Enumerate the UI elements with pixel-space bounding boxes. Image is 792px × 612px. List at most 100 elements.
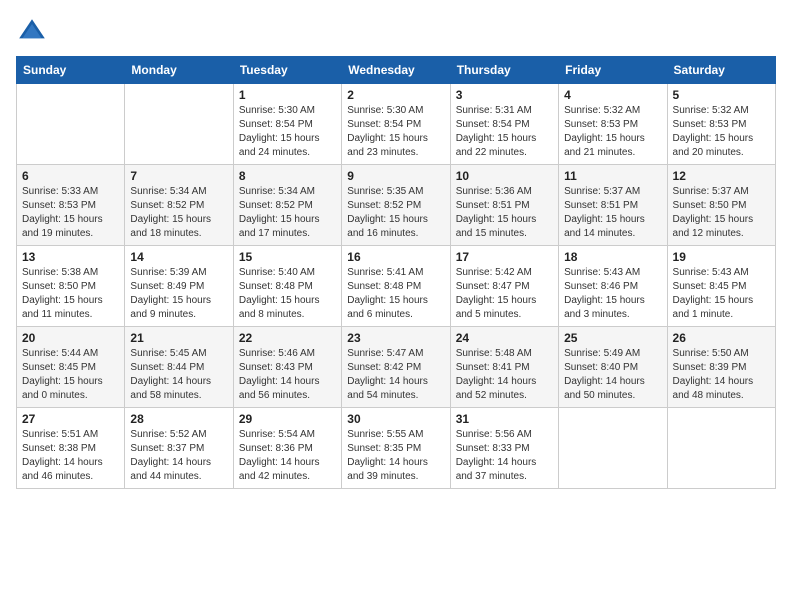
day-number: 19	[673, 250, 770, 264]
day-number: 31	[456, 412, 553, 426]
day-info: Sunrise: 5:50 AM Sunset: 8:39 PM Dayligh…	[673, 347, 770, 403]
calendar-cell: 10 Sunrise: 5:36 AM Sunset: 8:51 PM Dayli…	[450, 165, 558, 246]
calendar-cell: 30 Sunrise: 5:55 AM Sunset: 8:35 PM Dayli…	[342, 408, 450, 489]
day-number: 14	[130, 250, 227, 264]
day-info: Sunrise: 5:34 AM Sunset: 8:52 PM Dayligh…	[130, 185, 227, 241]
calendar-cell: 13Sunrise: 5:38 AM Sunset: 8:50 PM Dayli…	[17, 246, 125, 327]
calendar-week-4: 20Sunrise: 5:44 AM Sunset: 8:45 PM Dayli…	[17, 327, 776, 408]
calendar-week-3: 13Sunrise: 5:38 AM Sunset: 8:50 PM Dayli…	[17, 246, 776, 327]
day-info: Sunrise: 5:37 AM Sunset: 8:50 PM Dayligh…	[673, 185, 770, 241]
day-number: 21	[130, 331, 227, 345]
logo	[16, 16, 52, 48]
calendar-cell: 5Sunrise: 5:32 AM Sunset: 8:53 PM Daylig…	[667, 84, 775, 165]
day-number: 27	[22, 412, 119, 426]
day-number: 23	[347, 331, 444, 345]
day-number: 7	[130, 169, 227, 183]
calendar-week-5: 27 Sunrise: 5:51 AM Sunset: 8:38 PM Dayli…	[17, 408, 776, 489]
calendar-body: 1Sunrise: 5:30 AM Sunset: 8:54 PM Daylig…	[17, 84, 776, 489]
day-info: Sunrise: 5:45 AM Sunset: 8:44 PM Dayligh…	[130, 347, 227, 403]
day-info: Sunrise: 5:46 AM Sunset: 8:43 PM Dayligh…	[239, 347, 336, 403]
calendar-cell: 23Sunrise: 5:47 AM Sunset: 8:42 PM Dayli…	[342, 327, 450, 408]
calendar-cell: 6 Sunrise: 5:33 AM Sunset: 8:53 PM Daylig…	[17, 165, 125, 246]
day-info: Sunrise: 5:54 AM Sunset: 8:36 PM Dayligh…	[239, 428, 336, 484]
calendar-cell	[17, 84, 125, 165]
day-info: Sunrise: 5:35 AM Sunset: 8:52 PM Dayligh…	[347, 185, 444, 241]
calendar-table: SundayMondayTuesdayWednesdayThursdayFrid…	[16, 56, 776, 489]
day-info: Sunrise: 5:56 AM Sunset: 8:33 PM Dayligh…	[456, 428, 553, 484]
calendar-week-1: 1Sunrise: 5:30 AM Sunset: 8:54 PM Daylig…	[17, 84, 776, 165]
calendar-cell: 7 Sunrise: 5:34 AM Sunset: 8:52 PM Daylig…	[125, 165, 233, 246]
day-info: Sunrise: 5:39 AM Sunset: 8:49 PM Dayligh…	[130, 266, 227, 322]
calendar-header-sunday: Sunday	[17, 57, 125, 84]
calendar-cell: 14 Sunrise: 5:39 AM Sunset: 8:49 PM Dayli…	[125, 246, 233, 327]
calendar-cell: 20Sunrise: 5:44 AM Sunset: 8:45 PM Dayli…	[17, 327, 125, 408]
day-info: Sunrise: 5:30 AM Sunset: 8:54 PM Dayligh…	[239, 104, 336, 160]
day-info: Sunrise: 5:40 AM Sunset: 8:48 PM Dayligh…	[239, 266, 336, 322]
calendar-cell: 2 Sunrise: 5:30 AM Sunset: 8:54 PM Daylig…	[342, 84, 450, 165]
day-number: 22	[239, 331, 336, 345]
day-number: 6	[22, 169, 119, 183]
calendar-header-saturday: Saturday	[667, 57, 775, 84]
day-info: Sunrise: 5:36 AM Sunset: 8:51 PM Dayligh…	[456, 185, 553, 241]
calendar-week-2: 6 Sunrise: 5:33 AM Sunset: 8:53 PM Daylig…	[17, 165, 776, 246]
calendar-cell: 11 Sunrise: 5:37 AM Sunset: 8:51 PM Dayli…	[559, 165, 667, 246]
calendar-cell: 19 Sunrise: 5:43 AM Sunset: 8:45 PM Dayli…	[667, 246, 775, 327]
calendar-cell: 31 Sunrise: 5:56 AM Sunset: 8:33 PM Dayli…	[450, 408, 558, 489]
calendar-header-tuesday: Tuesday	[233, 57, 341, 84]
day-number: 18	[564, 250, 661, 264]
day-number: 29	[239, 412, 336, 426]
day-number: 17	[456, 250, 553, 264]
day-number: 2	[347, 88, 444, 102]
calendar-cell: 26Sunrise: 5:50 AM Sunset: 8:39 PM Dayli…	[667, 327, 775, 408]
day-number: 10	[456, 169, 553, 183]
day-info: Sunrise: 5:55 AM Sunset: 8:35 PM Dayligh…	[347, 428, 444, 484]
day-number: 11	[564, 169, 661, 183]
calendar-cell: 15 Sunrise: 5:40 AM Sunset: 8:48 PM Dayli…	[233, 246, 341, 327]
calendar-header-thursday: Thursday	[450, 57, 558, 84]
calendar-header-friday: Friday	[559, 57, 667, 84]
calendar-cell: 21 Sunrise: 5:45 AM Sunset: 8:44 PM Dayli…	[125, 327, 233, 408]
day-info: Sunrise: 5:42 AM Sunset: 8:47 PM Dayligh…	[456, 266, 553, 322]
day-number: 13	[22, 250, 119, 264]
day-number: 16	[347, 250, 444, 264]
day-number: 8	[239, 169, 336, 183]
day-number: 4	[564, 88, 661, 102]
page-header	[16, 16, 776, 48]
logo-icon	[16, 16, 48, 48]
calendar-cell: 24Sunrise: 5:48 AM Sunset: 8:41 PM Dayli…	[450, 327, 558, 408]
day-number: 15	[239, 250, 336, 264]
day-number: 20	[22, 331, 119, 345]
calendar-cell	[667, 408, 775, 489]
day-number: 30	[347, 412, 444, 426]
day-number: 25	[564, 331, 661, 345]
calendar-cell: 28 Sunrise: 5:52 AM Sunset: 8:37 PM Dayli…	[125, 408, 233, 489]
day-number: 12	[673, 169, 770, 183]
day-number: 28	[130, 412, 227, 426]
calendar-cell: 8 Sunrise: 5:34 AM Sunset: 8:52 PM Daylig…	[233, 165, 341, 246]
day-info: Sunrise: 5:32 AM Sunset: 8:53 PM Dayligh…	[673, 104, 770, 160]
calendar-cell: 12 Sunrise: 5:37 AM Sunset: 8:50 PM Dayli…	[667, 165, 775, 246]
day-number: 9	[347, 169, 444, 183]
day-info: Sunrise: 5:43 AM Sunset: 8:45 PM Dayligh…	[673, 266, 770, 322]
calendar-cell: 25 Sunrise: 5:49 AM Sunset: 8:40 PM Dayli…	[559, 327, 667, 408]
day-info: Sunrise: 5:41 AM Sunset: 8:48 PM Dayligh…	[347, 266, 444, 322]
day-info: Sunrise: 5:48 AM Sunset: 8:41 PM Dayligh…	[456, 347, 553, 403]
day-info: Sunrise: 5:51 AM Sunset: 8:38 PM Dayligh…	[22, 428, 119, 484]
day-info: Sunrise: 5:37 AM Sunset: 8:51 PM Dayligh…	[564, 185, 661, 241]
calendar-cell: 29 Sunrise: 5:54 AM Sunset: 8:36 PM Dayli…	[233, 408, 341, 489]
calendar-cell: 16 Sunrise: 5:41 AM Sunset: 8:48 PM Dayli…	[342, 246, 450, 327]
calendar-header-monday: Monday	[125, 57, 233, 84]
day-info: Sunrise: 5:49 AM Sunset: 8:40 PM Dayligh…	[564, 347, 661, 403]
calendar-cell: 18Sunrise: 5:43 AM Sunset: 8:46 PM Dayli…	[559, 246, 667, 327]
day-info: Sunrise: 5:30 AM Sunset: 8:54 PM Dayligh…	[347, 104, 444, 160]
day-info: Sunrise: 5:32 AM Sunset: 8:53 PM Dayligh…	[564, 104, 661, 160]
calendar-cell: 17 Sunrise: 5:42 AM Sunset: 8:47 PM Dayli…	[450, 246, 558, 327]
day-info: Sunrise: 5:31 AM Sunset: 8:54 PM Dayligh…	[456, 104, 553, 160]
calendar-cell: 9 Sunrise: 5:35 AM Sunset: 8:52 PM Daylig…	[342, 165, 450, 246]
calendar-header-wednesday: Wednesday	[342, 57, 450, 84]
calendar-header-row: SundayMondayTuesdayWednesdayThursdayFrid…	[17, 57, 776, 84]
day-info: Sunrise: 5:34 AM Sunset: 8:52 PM Dayligh…	[239, 185, 336, 241]
calendar-cell	[125, 84, 233, 165]
day-info: Sunrise: 5:52 AM Sunset: 8:37 PM Dayligh…	[130, 428, 227, 484]
day-info: Sunrise: 5:33 AM Sunset: 8:53 PM Dayligh…	[22, 185, 119, 241]
